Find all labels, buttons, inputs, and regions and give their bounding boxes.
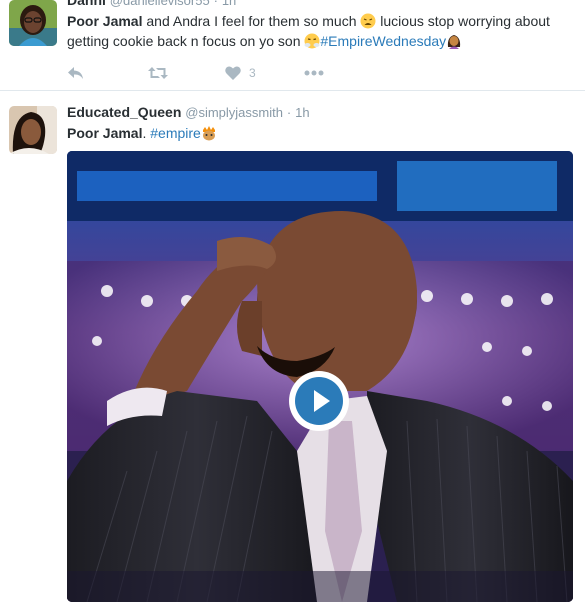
tweet[interactable]: Educated_Queen @simplyjassmith · 1h Poor… (0, 92, 585, 602)
username[interactable]: @simplyjassmith (185, 105, 283, 120)
tweet-text: Poor Jamal and Andra I feel for them so … (67, 11, 575, 51)
tweet-header: Educated_Queen @simplyjassmith · 1h (67, 102, 575, 123)
fullname[interactable]: Danni (67, 0, 106, 8)
more-button[interactable] (304, 70, 324, 76)
timestamp[interactable]: 1h (222, 0, 236, 8)
reply-icon (67, 66, 84, 80)
tweet-text: Poor Jamal. #empire (67, 123, 575, 143)
weary-face-emoji (360, 13, 376, 29)
video-thumbnail[interactable] (67, 151, 573, 602)
hashtag-link[interactable]: #empire (150, 125, 201, 141)
timestamp[interactable]: 1h (295, 105, 309, 120)
play-button[interactable] (289, 371, 349, 431)
avatar[interactable] (9, 0, 57, 46)
play-icon (295, 377, 343, 425)
crown-cat-emoji (201, 125, 217, 141)
retweet-icon (148, 66, 168, 80)
steam-face-emoji (304, 33, 320, 49)
more-icon (304, 70, 324, 76)
woman-emoji (446, 33, 462, 49)
tweet-text-bold: Poor Jamal (67, 13, 143, 29)
like-button[interactable]: 3 (225, 66, 256, 80)
reply-button[interactable] (67, 66, 84, 80)
tweet-text-part: and Andra I feel for them so much (142, 13, 361, 29)
separator: · (213, 0, 218, 8)
avatar[interactable] (9, 106, 57, 154)
separator: · (286, 105, 292, 120)
heart-icon (225, 66, 241, 80)
fullname[interactable]: Educated_Queen (67, 104, 181, 120)
retweet-button[interactable] (148, 66, 168, 80)
tweet-text-bold: Poor Jamal (67, 125, 143, 141)
like-count: 3 (249, 66, 256, 80)
tweet-header: Danni @daniellevisor55 · 1h (67, 0, 575, 11)
hashtag-link[interactable]: #EmpireWednesday (320, 33, 446, 49)
username[interactable]: @daniellevisor55 (110, 0, 210, 8)
tweet[interactable]: Danni @daniellevisor55 · 1h Poor Jamal a… (0, 0, 585, 91)
tweet-actions: 3 (67, 65, 324, 81)
